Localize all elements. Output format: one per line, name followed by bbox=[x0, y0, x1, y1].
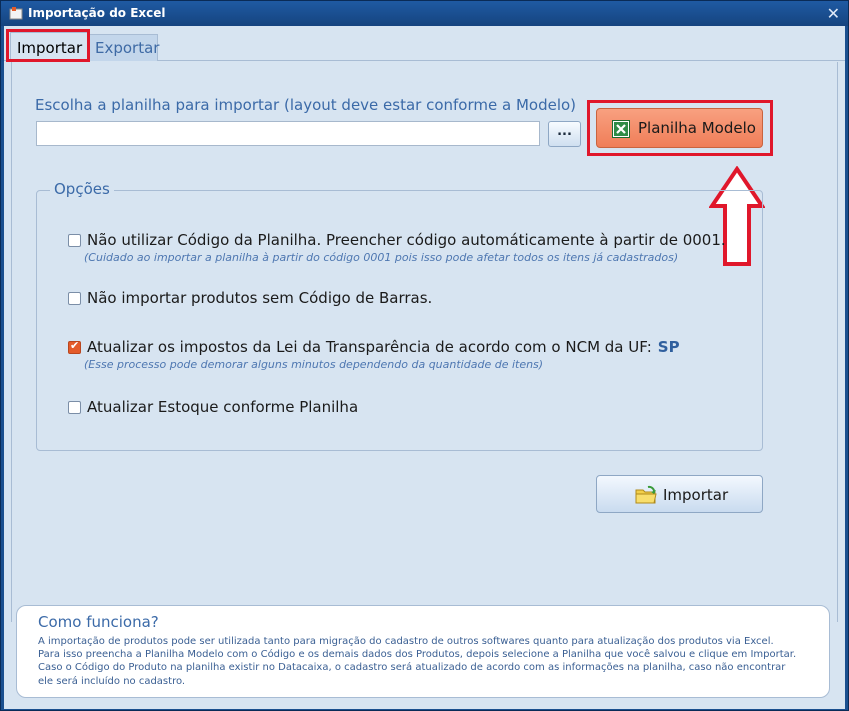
option-label: Atualizar os impostos da Lei da Transpar… bbox=[87, 338, 680, 356]
option-label: Não utilizar Código da Planilha. Preench… bbox=[87, 231, 726, 249]
how-it-works-title: Como funciona? bbox=[38, 613, 159, 631]
checkbox-nao-importar-sem-codigo-barras[interactable] bbox=[68, 292, 81, 305]
options-title: Opções bbox=[50, 180, 114, 198]
how-it-works-line: ele será incluído no cadastro. bbox=[38, 675, 186, 687]
uf-code: SP bbox=[657, 338, 680, 356]
app-icon bbox=[9, 7, 23, 20]
option-hint: (Esse processo pode demorar alguns minut… bbox=[84, 358, 544, 371]
tab-strip: Importar Exportar bbox=[4, 26, 845, 62]
file-path-input[interactable] bbox=[36, 121, 540, 146]
excel-icon bbox=[612, 120, 630, 138]
planilha-modelo-button[interactable]: Planilha Modelo bbox=[596, 108, 763, 148]
window-client: Importar Exportar Escolha a planilha par… bbox=[4, 26, 845, 709]
close-icon[interactable]: ✕ bbox=[827, 4, 840, 23]
option-text: Atualizar os impostos da Lei da Transpar… bbox=[87, 338, 652, 356]
browse-button[interactable]: ... bbox=[548, 121, 581, 147]
title-bar: Importação do Excel ✕ bbox=[1, 1, 848, 26]
how-it-works-text: A importação de produtos pode ser utiliz… bbox=[38, 635, 818, 688]
how-it-works-line: Para isso preencha a Planilha Modelo com… bbox=[38, 649, 797, 661]
checkbox-atualizar-impostos[interactable] bbox=[68, 339, 81, 354]
how-it-works-line: Caso o Código do Produto na planilha exi… bbox=[38, 662, 786, 674]
option-hint: (Cuidado ao importar a planilha à partir… bbox=[84, 251, 679, 264]
how-it-works-panel: Como funciona? A importação de produtos … bbox=[16, 605, 830, 698]
importar-label: Importar bbox=[663, 486, 729, 504]
checkbox-atualizar-estoque[interactable] bbox=[68, 401, 81, 414]
how-it-works-line: A importação de produtos pode ser utiliz… bbox=[38, 636, 774, 647]
tab-importar[interactable]: Importar bbox=[10, 32, 89, 62]
option-label: Atualizar Estoque conforme Planilha bbox=[87, 398, 359, 416]
import-excel-window: Importação do Excel ✕ Importar Exportar … bbox=[0, 0, 849, 711]
window-title: Importação do Excel bbox=[28, 6, 166, 20]
planilha-modelo-label: Planilha Modelo bbox=[638, 119, 756, 137]
option-label: Não importar produtos sem Código de Barr… bbox=[87, 289, 433, 307]
choose-file-label: Escolha a planilha para importar (layout… bbox=[35, 96, 577, 114]
folder-refresh-icon bbox=[635, 485, 657, 504]
tab-exportar[interactable]: Exportar bbox=[88, 34, 159, 61]
checkbox-nao-utilizar-codigo[interactable] bbox=[68, 234, 81, 247]
importar-button[interactable]: Importar bbox=[596, 475, 763, 513]
